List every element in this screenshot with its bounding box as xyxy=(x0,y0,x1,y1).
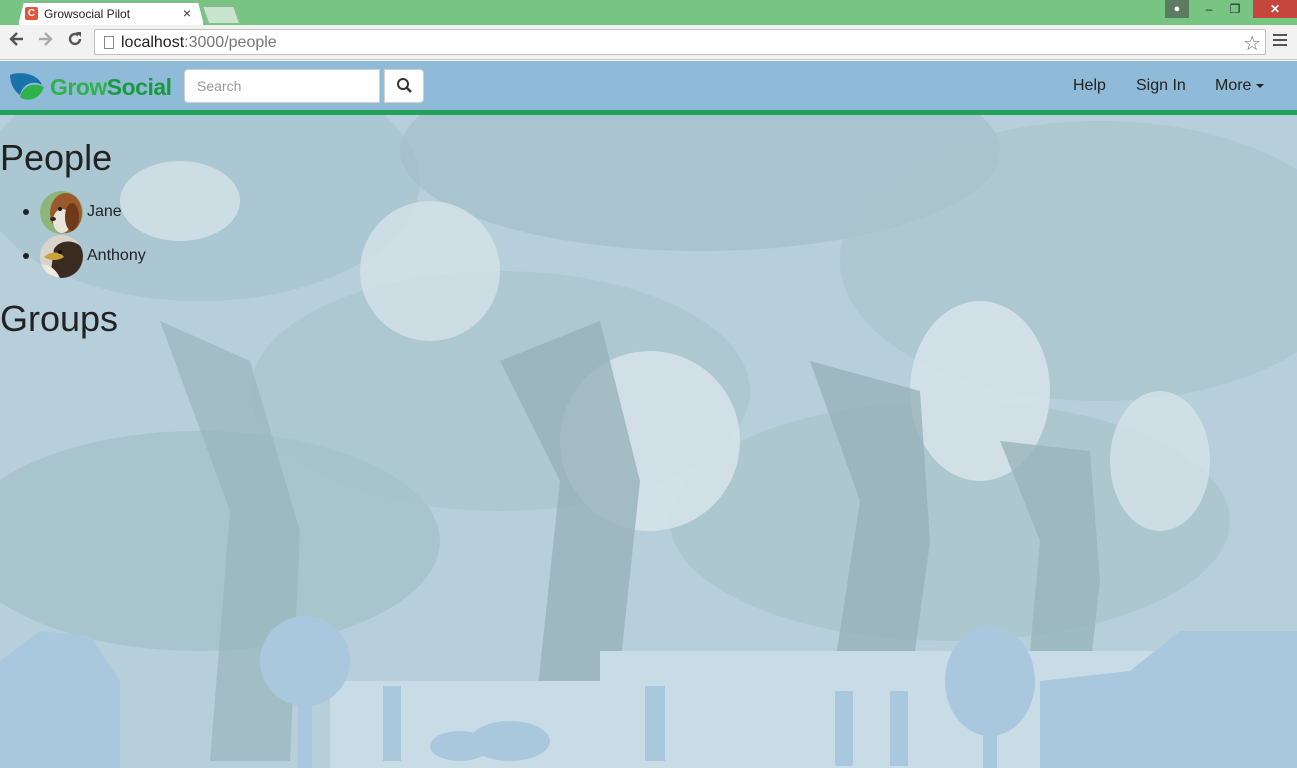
bullet xyxy=(23,253,29,259)
favicon-icon: C xyxy=(25,7,38,20)
eagle-avatar[interactable] xyxy=(40,235,83,278)
list-item[interactable]: Jane xyxy=(0,191,300,235)
help-link[interactable]: Help xyxy=(1073,77,1106,95)
web-page: GrowSocial Help Sign In More People xyxy=(0,61,1297,768)
dog-avatar[interactable] xyxy=(40,191,83,234)
browser-tab[interactable]: C Growsocial Pilot × xyxy=(18,2,204,25)
caret-down-icon xyxy=(1256,83,1265,88)
user-profile-icon[interactable]: ● xyxy=(1165,0,1189,18)
search-button[interactable] xyxy=(384,69,424,103)
forward-icon[interactable] xyxy=(36,30,54,53)
search-icon xyxy=(397,78,412,93)
browser-toolbar: localhost:3000/people ☆ xyxy=(0,25,1297,60)
sign-in-link[interactable]: Sign In xyxy=(1136,77,1186,95)
bullet xyxy=(23,209,29,215)
browser-menu-icon[interactable] xyxy=(1273,34,1287,50)
address-bar[interactable]: localhost:3000/people ☆ xyxy=(94,29,1266,55)
page-icon xyxy=(104,36,114,49)
maximize-button[interactable]: ❐ xyxy=(1221,0,1249,18)
url-text[interactable]: localhost:3000/people xyxy=(121,34,277,52)
bookmark-star-icon[interactable]: ☆ xyxy=(1243,31,1261,56)
site-navbar: GrowSocial Help Sign In More xyxy=(0,61,1297,115)
brand-logo[interactable]: GrowSocial xyxy=(8,70,172,104)
person-name[interactable]: Jane xyxy=(87,203,122,221)
tab-close-icon[interactable]: × xyxy=(183,5,191,21)
brand-name: GrowSocial xyxy=(50,73,172,100)
people-heading: People xyxy=(0,137,113,178)
list-item[interactable]: Anthony xyxy=(0,235,300,279)
minimize-button[interactable]: – xyxy=(1195,0,1223,18)
new-tab-button[interactable] xyxy=(201,6,241,23)
background-image xyxy=(0,61,1297,768)
tab-title: Growsocial Pilot xyxy=(44,7,131,21)
person-name[interactable]: Anthony xyxy=(87,247,146,265)
more-dropdown[interactable]: More xyxy=(1215,77,1265,95)
reload-icon[interactable] xyxy=(66,30,84,53)
search-input[interactable] xyxy=(184,69,380,103)
leaf-logo-icon xyxy=(10,73,44,100)
back-icon[interactable] xyxy=(8,30,26,53)
close-window-button[interactable]: ✕ xyxy=(1253,0,1297,18)
browser-titlebar: C Growsocial Pilot × ● – ❐ ✕ xyxy=(0,0,1297,25)
groups-heading: Groups xyxy=(0,298,119,339)
